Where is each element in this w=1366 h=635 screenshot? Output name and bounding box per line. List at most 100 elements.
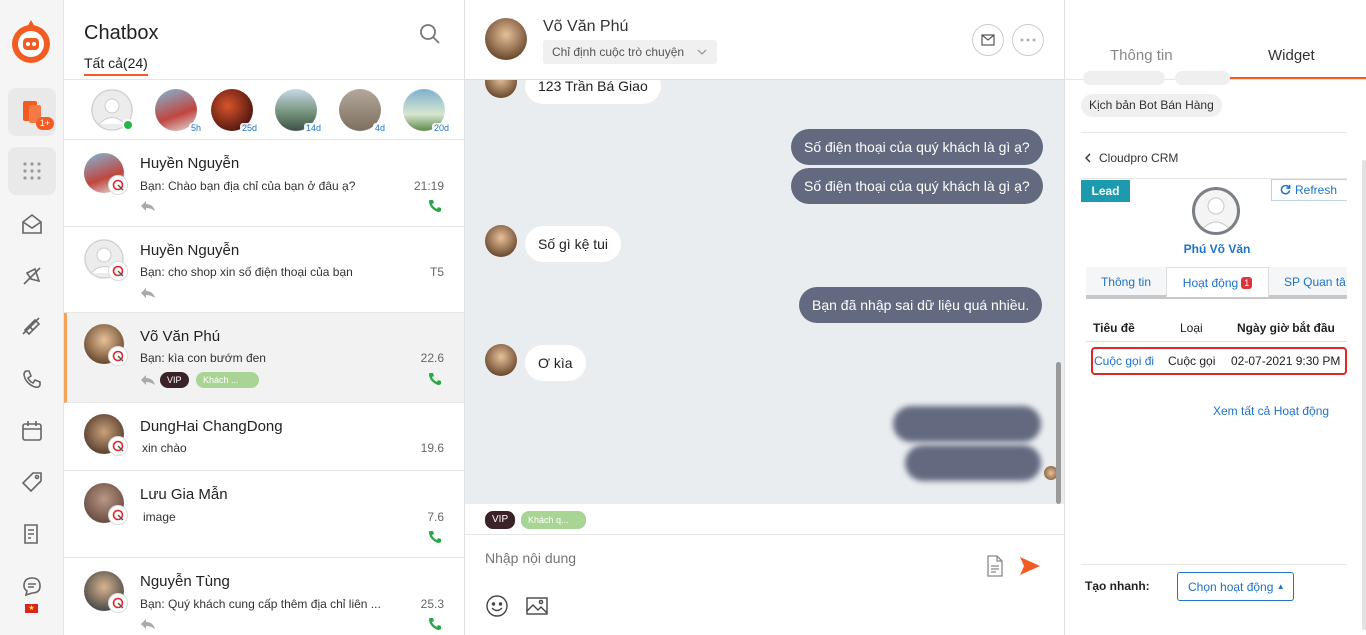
send-icon[interactable] — [1018, 554, 1042, 578]
reply-icon — [141, 201, 155, 211]
rail-campaign-button[interactable] — [8, 252, 56, 300]
vietnam-flag-icon[interactable]: ★ — [25, 604, 38, 613]
tag-vip[interactable]: VIP — [485, 511, 516, 529]
tag-customer[interactable]: Khách ... — [196, 372, 259, 388]
column-header-start: Ngày giờ bắt đầu — [1237, 321, 1335, 335]
lead-badge: Lead — [1081, 180, 1130, 202]
rail-report-button[interactable] — [8, 510, 56, 558]
template-document-icon[interactable] — [983, 554, 1007, 578]
contact-avatar[interactable] — [485, 18, 527, 60]
story-avatar[interactable]: 5h — [155, 89, 203, 133]
app-root: 1+ ★ Chatbox Tất cả(24) 5h 25d 14d 4d 20… — [0, 0, 1366, 635]
more-horizontal-icon — [1020, 38, 1036, 42]
more-options-button[interactable] — [1012, 24, 1044, 56]
story-age: 20d — [431, 123, 451, 133]
channel-badge-icon — [108, 436, 128, 456]
tag-icon — [21, 472, 42, 493]
refresh-icon — [1280, 184, 1291, 195]
crm-widget: Lead Refresh Phú Võ Văn Thông tin Hoạt đ… — [1081, 178, 1347, 573]
report-icon — [24, 524, 38, 544]
rail-apps-button[interactable] — [8, 147, 56, 195]
choose-activity-dropdown[interactable]: Chọn hoạt động ▲ — [1177, 572, 1294, 601]
right-scrollbar[interactable] — [1362, 160, 1366, 630]
contact-name: Võ Văn Phú — [543, 18, 629, 35]
story-age: 25d — [239, 123, 259, 133]
activity-title-link[interactable]: Cuộc gọi đi — [1094, 354, 1154, 368]
activity-start: 02-07-2021 9:30 PM — [1231, 354, 1341, 368]
call-icon[interactable] — [428, 372, 442, 386]
crm-contact-name[interactable]: Phú Võ Văn — [1081, 242, 1347, 256]
crm-subtabs: Thông tin Hoạt động 1 SP Quan tâ — [1086, 267, 1347, 299]
call-icon[interactable] — [428, 530, 442, 544]
story-avatar[interactable]: 20d — [403, 89, 451, 133]
ticket-icon — [22, 317, 41, 336]
call-icon[interactable] — [428, 199, 442, 213]
call-icon[interactable] — [428, 617, 442, 631]
story-age: 5h — [188, 123, 203, 133]
message-incoming: 123 Trần Bá Giao — [525, 80, 661, 104]
reply-icon — [141, 619, 155, 629]
image-icon[interactable] — [525, 594, 549, 618]
widget-pill-partial[interactable] — [1175, 71, 1230, 85]
rail-calendar-button[interactable] — [8, 407, 56, 455]
divider — [1081, 564, 1347, 565]
conversation-item[interactable]: Lưu Gia Mẫn image 7.6 — [64, 471, 464, 558]
message-outgoing: Bạn đã nhập sai dữ liệu quá nhiều. — [799, 287, 1043, 323]
message-outgoing-blurred — [905, 445, 1041, 481]
channel-badge-icon — [108, 346, 128, 366]
story-avatar[interactable]: 14d — [275, 89, 323, 133]
search-icon[interactable] — [418, 22, 442, 46]
column-header-title: Tiêu đề — [1093, 321, 1135, 335]
channel-badge-icon — [108, 175, 128, 195]
caret-up-icon: ▲ — [1276, 582, 1285, 591]
rail-mail-button[interactable] — [8, 200, 56, 248]
conversation-item-active[interactable]: Võ Văn Phú Bạn: kìa con bướm đen 22.6 VI… — [64, 313, 464, 403]
tab-info[interactable]: Thông tin — [1110, 47, 1173, 64]
conversation-item[interactable]: Nguyễn Tùng Bạn: Quý khách cung cấp thêm… — [64, 558, 464, 635]
conversation-preview: Bạn: Quý khách cung cấp thêm địa chỉ liê… — [140, 597, 381, 611]
choose-activity-label: Chọn hoạt động — [1188, 580, 1274, 594]
crm-title: Cloudpro CRM — [1099, 151, 1179, 165]
rail-ticket-button[interactable] — [8, 303, 56, 351]
conversation-preview: Bạn: Chào bạn địa chỉ của bạn ở đâu ạ? — [140, 179, 356, 193]
assign-conversation-dropdown[interactable]: Chỉ định cuộc trò chuyện — [543, 40, 717, 64]
refresh-button[interactable]: Refresh — [1271, 179, 1347, 201]
subtab-products[interactable]: SP Quan tâ — [1284, 267, 1346, 297]
rail-support-button[interactable] — [8, 562, 56, 610]
reply-icon — [141, 288, 155, 298]
tag-customer[interactable]: Khách q... — [521, 511, 586, 529]
rail-tag-button[interactable] — [8, 458, 56, 506]
conversation-name: DungHai ChangDong — [140, 418, 283, 435]
reply-icon — [141, 375, 155, 385]
crm-back-link[interactable]: Cloudpro CRM — [1085, 151, 1178, 165]
bot-script-pill[interactable]: Kịch bản Bot Bán Hàng — [1081, 94, 1222, 117]
column-header-type: Loại — [1180, 321, 1203, 335]
app-logo-icon[interactable] — [9, 18, 53, 64]
chat-scrollbar[interactable] — [1056, 362, 1061, 504]
emoji-icon[interactable] — [485, 594, 509, 618]
conversation-item[interactable]: Huyền Nguyễn Bạn: Chào bạn địa chỉ của b… — [64, 140, 464, 227]
tag-vip[interactable]: VIP — [160, 372, 189, 388]
subtab-info[interactable]: Thông tin — [1086, 267, 1166, 297]
rail-phone-button[interactable] — [8, 355, 56, 403]
chevron-left-icon — [1085, 153, 1091, 163]
widget-pill-partial[interactable] — [1083, 71, 1165, 85]
story-avatar[interactable] — [91, 89, 134, 131]
message-area[interactable]: 123 Trần Bá Giao Số điện thoại của quý k… — [465, 80, 1064, 504]
message-outgoing-blurred — [893, 406, 1041, 442]
contact-avatar — [485, 344, 517, 376]
activity-count-badge: 1 — [1241, 277, 1253, 289]
message-input[interactable] — [485, 550, 965, 566]
story-avatar[interactable]: 25d — [211, 89, 259, 133]
subtab-activity[interactable]: Hoạt động 1 — [1166, 267, 1269, 297]
conversation-item[interactable]: Huyền Nguyễn Bạn: cho shop xin số điện t… — [64, 227, 464, 313]
tab-widget[interactable]: Widget — [1268, 47, 1315, 64]
filter-tab-all[interactable]: Tất cả(24) — [84, 55, 148, 76]
conversation-item[interactable]: DungHai ChangDong xin chào 19.6 — [64, 403, 464, 471]
rail-chatbox-button[interactable]: 1+ — [8, 88, 56, 136]
story-avatar[interactable]: 4d — [339, 89, 387, 133]
default-avatar-icon — [1199, 197, 1233, 232]
see-all-activities-link[interactable]: Xem tất cả Hoạt động — [1213, 404, 1329, 418]
story-age: 4d — [372, 123, 387, 133]
email-button[interactable] — [972, 24, 1004, 56]
